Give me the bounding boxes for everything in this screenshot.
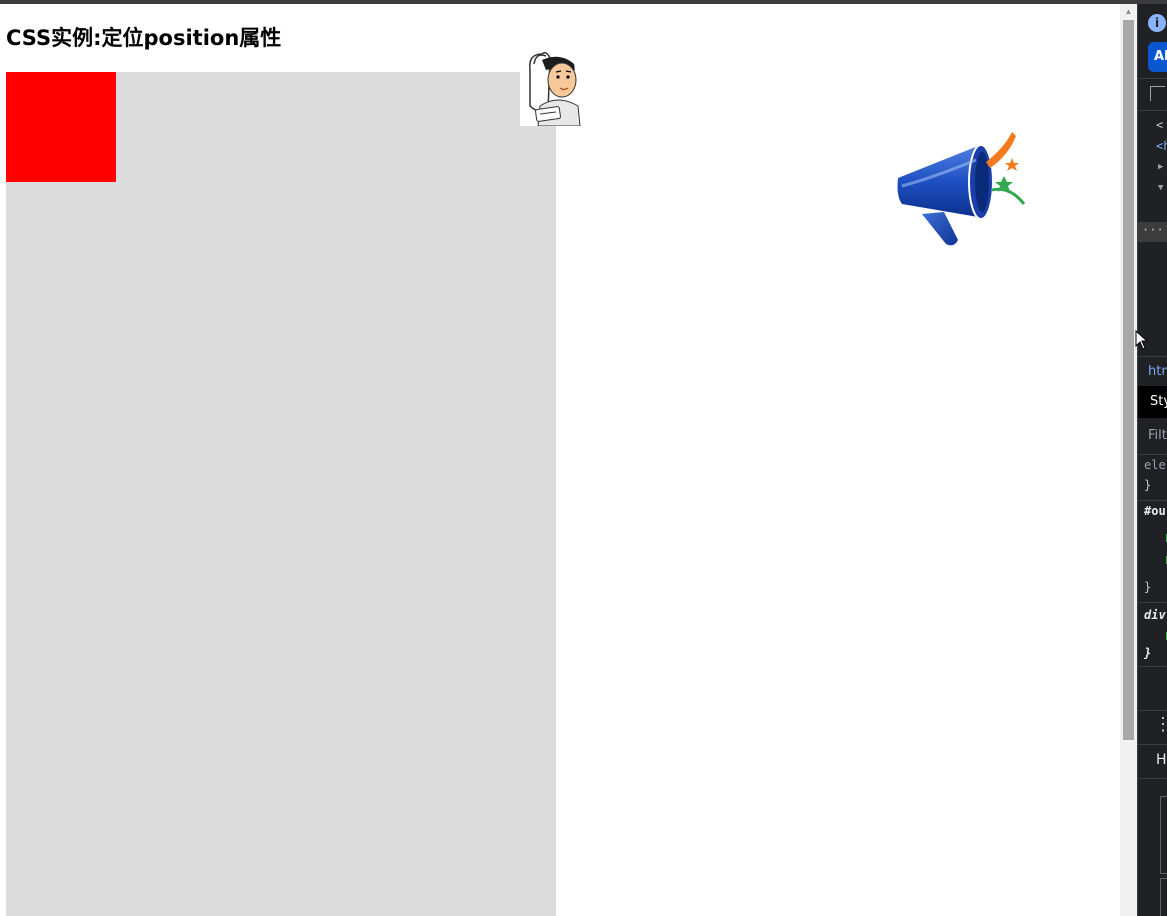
vertical-scrollbar[interactable]: ▲ (1120, 4, 1137, 916)
mouse-pointer-icon (1135, 330, 1149, 350)
devtools-divider (1138, 666, 1167, 667)
devtools-divider (1138, 454, 1167, 455)
scroll-up-arrow-icon[interactable]: ▲ (1120, 4, 1137, 20)
devtools-divider (1138, 356, 1167, 357)
styles-filter-input[interactable]: Filt (1148, 428, 1167, 443)
devtools-divider (1138, 110, 1167, 111)
css-rule-close: } (1144, 646, 1152, 660)
scrollbar-thumb[interactable] (1123, 20, 1134, 740)
kebab-menu-icon[interactable]: ⋮ (1154, 716, 1167, 734)
box-model-diagram (1160, 796, 1167, 874)
devtools-divider (1138, 710, 1167, 711)
tab-styles[interactable]: Sty (1138, 386, 1167, 418)
expand-arrow-icon[interactable]: ▶ (1158, 162, 1163, 172)
dom-tree-line[interactable]: <h (1156, 139, 1167, 153)
devtools-divider (1138, 778, 1167, 779)
breadcrumb[interactable]: htm (1148, 364, 1167, 379)
collapse-arrow-icon[interactable]: ▼ (1158, 183, 1163, 193)
drawer-tab-label[interactable]: H (1156, 752, 1167, 768)
info-icon[interactable]: i (1148, 14, 1166, 32)
inspect-element-icon[interactable] (1150, 86, 1165, 101)
devtools-panel: i AI < <h ▶ ▼ ··· htm Sty Filt ele } #ou… (1137, 4, 1167, 916)
css-rule-selector[interactable]: div (1144, 608, 1166, 622)
devtools-divider (1138, 78, 1167, 79)
css-rule-selector[interactable]: ele (1144, 458, 1166, 472)
devtools-divider (1138, 602, 1167, 603)
devtools-divider (1138, 744, 1167, 745)
box-model-diagram (1160, 878, 1167, 916)
browser-viewport: CSS实例:定位position属性 (0, 4, 1137, 916)
dom-tree-line[interactable]: < (1156, 118, 1163, 132)
css-rule-close: } (1144, 478, 1152, 492)
positioned-red-box (6, 72, 116, 182)
megaphone-image (897, 132, 1026, 246)
devtools-divider (1138, 500, 1167, 501)
page-title: CSS实例:定位position属性 (6, 26, 282, 50)
ai-assistance-button[interactable]: AI (1148, 42, 1167, 72)
css-rule-close: } (1144, 580, 1152, 594)
outer-container-box (6, 72, 556, 916)
selected-node-row[interactable]: ··· (1138, 222, 1167, 242)
cartoon-character-image (520, 50, 582, 126)
css-rule-selector[interactable]: #ou (1144, 504, 1166, 518)
